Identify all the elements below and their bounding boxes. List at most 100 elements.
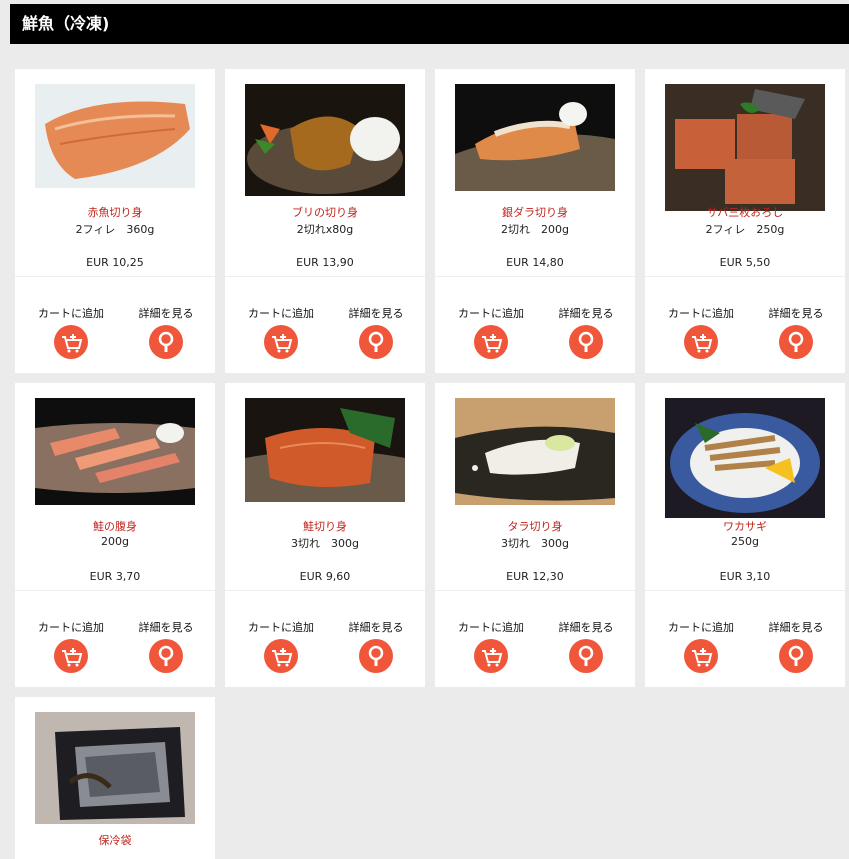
add-to-cart-button[interactable]: カートに追加	[233, 619, 329, 673]
product-quantity: 250g	[731, 535, 759, 548]
product-quantity: 2フィレ 360g	[75, 223, 155, 236]
add-to-cart-button[interactable]: カートに追加	[23, 305, 119, 359]
view-details-button[interactable]: 詳細を見る	[328, 619, 424, 673]
view-details-button[interactable]: 詳細を見る	[538, 619, 634, 673]
product-card: 保冷袋	[15, 697, 215, 859]
cart-plus-icon[interactable]	[264, 325, 298, 359]
card-divider	[15, 276, 215, 277]
view-details-button[interactable]: 詳細を見る	[748, 305, 844, 359]
card-divider	[225, 276, 425, 277]
product-image-mackerel-fillet[interactable]	[665, 84, 825, 211]
add-to-cart-button[interactable]: カートに追加	[653, 305, 749, 359]
card-divider	[15, 590, 215, 591]
add-to-cart-label: カートに追加	[38, 621, 104, 634]
product-image-salmon-belly[interactable]	[35, 398, 195, 505]
product-price: EUR 14,80	[506, 256, 564, 269]
product-name[interactable]: タラ切り身	[435, 518, 635, 534]
card-divider	[435, 590, 635, 591]
view-details-button[interactable]: 詳細を見る	[328, 305, 424, 359]
view-details-label: 詳細を見る	[138, 307, 194, 320]
product-image-black-cod-fillet[interactable]	[455, 84, 615, 191]
add-to-cart-button[interactable]: カートに追加	[653, 619, 749, 673]
add-to-cart-label: カートに追加	[248, 621, 314, 634]
view-details-button[interactable]: 詳細を見る	[118, 305, 214, 359]
product-name[interactable]: 銀ダラ切り身	[435, 204, 635, 220]
product-quantity: 2切れx80g	[296, 223, 354, 236]
product-price: EUR 13,90	[296, 256, 354, 269]
product-card: タラ切り身 3切れ 300g EUR 12,30 カートに追加 詳細を見る	[435, 383, 635, 687]
product-quantity: 3切れ 300g	[291, 537, 359, 550]
card-divider	[645, 590, 845, 591]
view-details-button[interactable]: 詳細を見る	[748, 619, 844, 673]
product-price: EUR 10,25	[86, 256, 144, 269]
cart-plus-icon[interactable]	[474, 325, 508, 359]
card-divider	[435, 276, 635, 277]
add-to-cart-button[interactable]: カートに追加	[443, 305, 539, 359]
product-card: ブリの切り身 2切れx80g EUR 13,90 カートに追加 詳細を見る	[225, 69, 425, 373]
view-details-label: 詳細を見る	[348, 621, 404, 634]
product-image-yellowtail-fillet[interactable]	[245, 84, 405, 196]
product-image-cod-fillet[interactable]	[455, 398, 615, 505]
product-image-redfish-fillet[interactable]	[35, 84, 195, 188]
product-card: 鮭切り身 3切れ 300g EUR 9,60 カートに追加 詳細を見る	[225, 383, 425, 687]
view-details-button[interactable]: 詳細を見る	[118, 619, 214, 673]
add-to-cart-button[interactable]: カートに追加	[23, 619, 119, 673]
cart-plus-icon[interactable]	[684, 325, 718, 359]
add-to-cart-label: カートに追加	[668, 621, 734, 634]
product-quantity: 2切れ 200g	[501, 223, 569, 236]
product-image-cooler-bag[interactable]	[35, 712, 195, 824]
add-to-cart-label: カートに追加	[38, 307, 104, 320]
view-details-label: 詳細を見る	[558, 307, 614, 320]
product-price: EUR 12,30	[506, 570, 564, 583]
magnifier-icon[interactable]	[779, 639, 813, 673]
product-name[interactable]: 鮭の腹身	[15, 518, 215, 534]
product-price: EUR 5,50	[719, 256, 771, 269]
card-divider	[225, 590, 425, 591]
magnifier-icon[interactable]	[149, 325, 183, 359]
add-to-cart-label: カートに追加	[458, 307, 524, 320]
product-price: EUR 3,70	[89, 570, 141, 583]
cart-plus-icon[interactable]	[54, 325, 88, 359]
cart-plus-icon[interactable]	[474, 639, 508, 673]
product-name[interactable]: ブリの切り身	[225, 204, 425, 220]
add-to-cart-label: カートに追加	[668, 307, 734, 320]
magnifier-icon[interactable]	[359, 639, 393, 673]
product-card: 銀ダラ切り身 2切れ 200g EUR 14,80 カートに追加 詳細を見る	[435, 69, 635, 373]
add-to-cart-button[interactable]: カートに追加	[443, 619, 539, 673]
view-details-label: 詳細を見る	[348, 307, 404, 320]
view-details-label: 詳細を見る	[768, 307, 824, 320]
card-divider	[645, 276, 845, 277]
product-card: 鮭の腹身 200g EUR 3,70 カートに追加 詳細を見る	[15, 383, 215, 687]
magnifier-icon[interactable]	[149, 639, 183, 673]
add-to-cart-label: カートに追加	[458, 621, 524, 634]
product-image-salmon-fillet[interactable]	[245, 398, 405, 502]
cart-plus-icon[interactable]	[264, 639, 298, 673]
product-price: EUR 9,60	[299, 570, 351, 583]
magnifier-icon[interactable]	[359, 325, 393, 359]
add-to-cart-label: カートに追加	[248, 307, 314, 320]
product-card: ワカサギ 250g EUR 3,10 カートに追加 詳細を見る	[645, 383, 845, 687]
view-details-label: 詳細を見る	[768, 621, 824, 634]
product-name[interactable]: 鮭切り身	[225, 518, 425, 534]
product-card: 赤魚切り身 2フィレ 360g EUR 10,25 カートに追加 詳細を見る	[15, 69, 215, 373]
product-quantity: 3切れ 300g	[501, 537, 569, 550]
magnifier-icon[interactable]	[569, 325, 603, 359]
product-name[interactable]: 保冷袋	[15, 832, 215, 848]
magnifier-icon[interactable]	[779, 325, 813, 359]
page-title: 鮮魚（冷凍)	[22, 14, 110, 33]
magnifier-icon[interactable]	[569, 639, 603, 673]
product-card: サバ三枚おろし 2フィレ 250g EUR 5,50 カートに追加 詳細を見る	[645, 69, 845, 373]
product-image-smelt[interactable]	[665, 398, 825, 518]
product-quantity: 2フィレ 250g	[705, 223, 785, 236]
product-name[interactable]: サバ三枚おろし	[645, 204, 845, 220]
product-price: EUR 3,10	[719, 570, 771, 583]
product-name[interactable]: 赤魚切り身	[15, 204, 215, 220]
view-details-button[interactable]: 詳細を見る	[538, 305, 634, 359]
add-to-cart-button[interactable]: カートに追加	[233, 305, 329, 359]
product-quantity: 200g	[101, 535, 129, 548]
cart-plus-icon[interactable]	[684, 639, 718, 673]
view-details-label: 詳細を見る	[138, 621, 194, 634]
view-details-label: 詳細を見る	[558, 621, 614, 634]
cart-plus-icon[interactable]	[54, 639, 88, 673]
product-name[interactable]: ワカサギ	[645, 518, 845, 534]
